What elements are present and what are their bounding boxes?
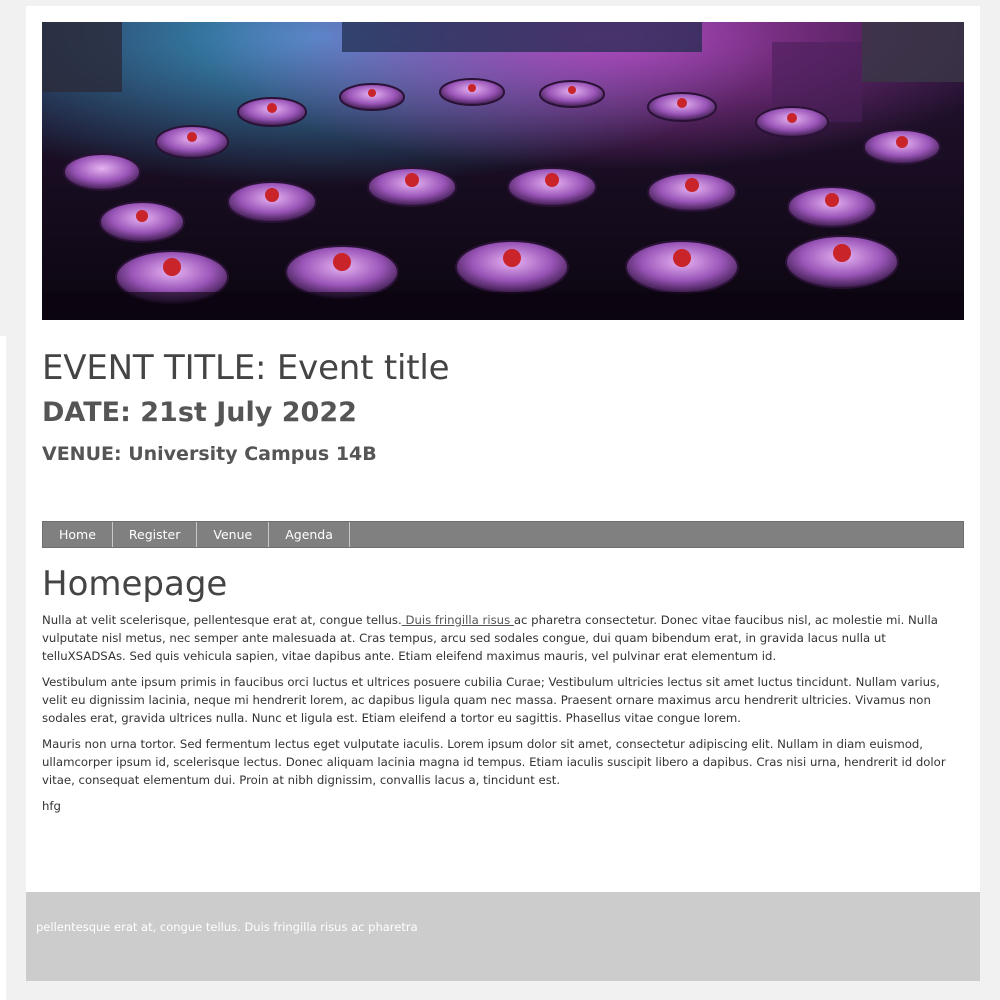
page-container: EVENT TITLE: Event title DATE: 21st July… (26, 6, 980, 981)
page-heading: Homepage (42, 564, 228, 604)
page-footer: pellentesque erat at, congue tellus. Dui… (26, 892, 980, 981)
footer-text: pellentesque erat at, congue tellus. Dui… (36, 920, 418, 934)
nav-item-register[interactable]: Register (113, 522, 198, 547)
nav-item-home[interactable]: Home (43, 522, 113, 547)
paragraph-1: Nulla at velit scelerisque, pellentesque… (42, 611, 964, 665)
nav-item-agenda[interactable]: Agenda (269, 522, 350, 547)
event-venue: VENUE: University Campus 14B (42, 443, 377, 466)
page-left-edge (0, 336, 6, 1000)
paragraph-3: Mauris non urna tortor. Sed fermentum le… (42, 736, 946, 787)
paragraph-2: Vestibulum ante ipsum primis in faucibus… (42, 674, 940, 725)
hero-banner-image (42, 22, 964, 320)
paragraph-1-text-start: Nulla at velit scelerisque, pellentesque… (42, 612, 402, 627)
main-nav: Home Register Venue Agenda (42, 521, 964, 548)
event-title: EVENT TITLE: Event title (42, 348, 450, 388)
paragraph-4: hfg (42, 798, 61, 813)
event-header: EVENT TITLE: Event title DATE: 21st July… (42, 348, 450, 466)
duis-fringilla-link[interactable]: Duis fringilla risus (402, 613, 514, 627)
nav-item-venue[interactable]: Venue (197, 522, 270, 547)
event-date: DATE: 21st July 2022 (42, 396, 357, 428)
main-content: Homepage Nulla at velit scelerisque, pel… (42, 564, 964, 823)
